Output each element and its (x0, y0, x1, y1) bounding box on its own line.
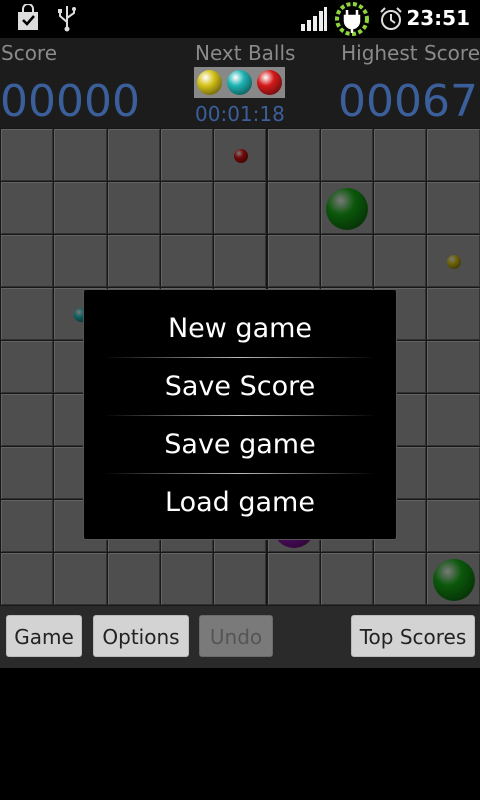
undo-button: Undo (199, 615, 273, 657)
battery-charging-icon (335, 2, 369, 36)
signal-icon (301, 7, 327, 31)
game-button[interactable]: Game (6, 615, 82, 657)
next-ball (257, 70, 282, 95)
shopping-bag-icon (18, 4, 38, 30)
next-ball (197, 70, 222, 95)
score-value: 00000 (0, 76, 140, 127)
highest-score-label: Highest Score (341, 41, 480, 65)
usb-icon (58, 6, 76, 32)
bottom-toolbar: Game Options Undo Top Scores (0, 606, 480, 668)
alarm-icon (380, 7, 402, 30)
clock: 23:51 (406, 6, 470, 30)
top-scores-button[interactable]: Top Scores (351, 615, 475, 657)
save-score-menu-item[interactable]: Save Score (84, 358, 396, 416)
score-header: Score Next Balls Highest Score 00000 000… (0, 38, 480, 128)
load-game-menu-item[interactable]: Load game (84, 474, 396, 532)
save-game-menu-item[interactable]: Save game (84, 416, 396, 474)
status-bar: 23:51 (0, 0, 480, 38)
next-ball (227, 70, 252, 95)
new-game-menu-item[interactable]: New game (84, 300, 396, 358)
next-balls-preview (194, 67, 285, 98)
score-label: Score (1, 41, 58, 65)
next-balls-label: Next Balls (195, 41, 296, 65)
game-menu-dialog: New game Save Score Save game Load game (83, 289, 397, 540)
options-button[interactable]: Options (93, 615, 189, 657)
game-timer: 00:01:18 (195, 102, 285, 126)
highest-score-value: 00067 (338, 76, 478, 127)
